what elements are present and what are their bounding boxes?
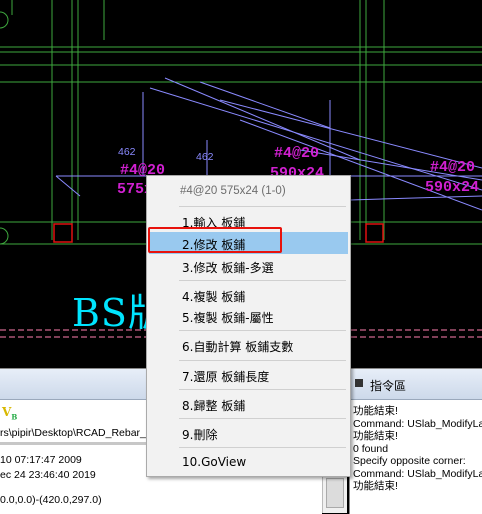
rebar-size-label-3: 590x24 <box>425 179 479 196</box>
annotation-highlight-box <box>148 227 282 253</box>
menu-item-goview[interactable]: 10.GoView <box>149 451 348 473</box>
vb-logo-icon: VB <box>2 405 18 422</box>
command-log: 功能結束! Command: USlab_ModifyLa 功能結束! 0 fo… <box>353 405 482 493</box>
log-line: 功能結束! <box>353 405 398 417</box>
menu-separator <box>179 360 346 361</box>
menu-separator <box>179 389 346 390</box>
menu-separator <box>179 330 346 331</box>
cad-dimension-text-1: 462 <box>118 146 136 158</box>
menu-item-label: 4.複製 板鋪 <box>182 290 246 304</box>
log-line: Specify opposite corner: <box>353 455 466 467</box>
log-line: Command: USlab_ModifyLa <box>353 467 482 480</box>
menu-item-copy-slab-attr[interactable]: 5.複製 板鋪-屬性 <box>149 305 348 327</box>
menu-item-label: 9.刪除 <box>182 428 218 442</box>
menu-item-restore-length[interactable]: 7.還原 板鋪長度 <box>149 364 348 386</box>
output-path-text: rs\pipir\Desktop\RCAD_Rebar_ <box>0 427 146 439</box>
rebar-spec-label-3: #4@20 <box>430 159 475 176</box>
menu-item-copy-slab[interactable]: 4.複製 板鋪 <box>149 284 348 306</box>
menu-item-modify-slab-multi[interactable]: 3.修改 板鋪-多選 <box>149 255 348 277</box>
context-menu-header: #4@20 575x24 (1-0) <box>180 185 286 197</box>
menu-separator <box>179 418 346 419</box>
scrollbar-thumb[interactable] <box>326 478 344 508</box>
menu-item-label: 7.還原 板鋪長度 <box>182 370 270 384</box>
log-line: 功能結束! <box>353 480 398 492</box>
output-line-1: 10 07:17:47 2009 <box>0 454 82 466</box>
cad-dimension-text-2: 462 <box>196 151 214 163</box>
rebar-spec-label-2: #4@20 <box>274 145 319 162</box>
menu-separator <box>179 280 346 281</box>
menu-item-delete[interactable]: 9.刪除 <box>149 422 348 444</box>
divider <box>0 442 150 445</box>
menu-separator <box>179 447 346 448</box>
menu-item-auto-calc[interactable]: 6.自動計算 板鋪支數 <box>149 334 348 356</box>
command-panel: 指令區 功能結束! Command: USlab_ModifyLa 功能結束! … <box>349 368 482 514</box>
menu-item-label: 6.自動計算 板鋪支數 <box>182 340 294 354</box>
menu-item-align-slab[interactable]: 8.歸整 板鋪 <box>149 393 348 415</box>
menu-item-label: 8.歸整 板鋪 <box>182 399 246 413</box>
menu-separator <box>179 206 346 207</box>
menu-item-label: 5.複製 板鋪-屬性 <box>182 311 274 325</box>
menu-item-label: 3.修改 板鋪-多選 <box>182 261 274 275</box>
context-menu: #4@20 575x24 (1-0) 1.輸入 板鋪 2.修改 板鋪 3.修改 … <box>146 175 351 477</box>
output-line-2: ec 24 23:46:40 2019 <box>0 469 96 481</box>
command-panel-titlebar: 指令區 <box>350 369 482 400</box>
log-line: 功能結束! <box>353 430 398 442</box>
panel-icon <box>355 379 363 387</box>
command-panel-title: 指令區 <box>370 379 407 393</box>
log-line: Command: USlab_ModifyLa <box>353 417 482 430</box>
menu-item-label: 10.GoView <box>182 455 247 469</box>
output-scrollbar[interactable] <box>322 476 347 513</box>
output-line-3: 0.0,0.0)-(420.0,297.0) <box>0 494 102 506</box>
log-line: 0 found <box>353 442 389 455</box>
